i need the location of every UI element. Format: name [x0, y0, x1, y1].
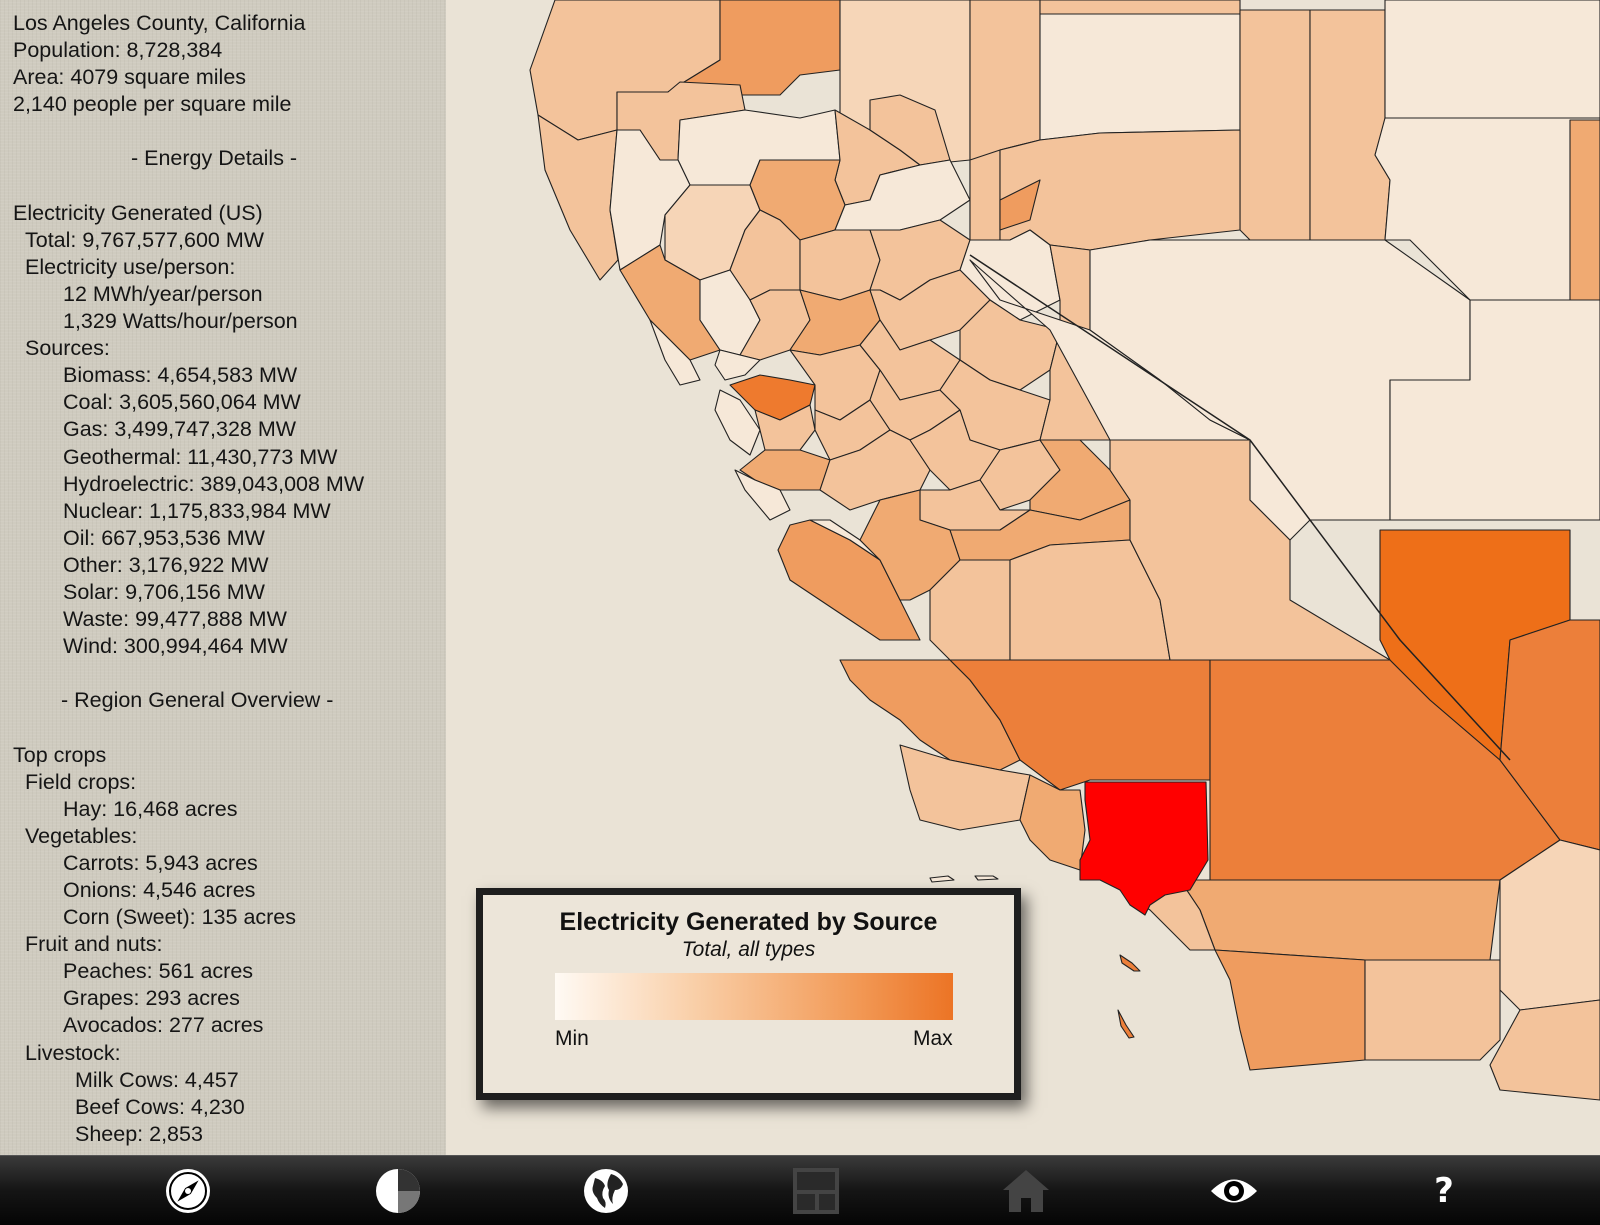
crop-item: Corn (Sweet): 135 acres: [63, 905, 297, 930]
livestock-heading: Livestock:: [25, 1040, 121, 1065]
crop-item: Peaches: 561 acres: [63, 959, 254, 984]
layout-icon[interactable]: [790, 1165, 842, 1217]
help-label: ?: [1434, 1171, 1454, 1211]
legend-title: Electricity Generated by Source: [559, 908, 938, 936]
county-info-text: Los Angeles County, California Populatio…: [0, 0, 446, 1148]
source-item: Coal: 3,605,560,064 MW: [63, 390, 301, 415]
source-item: Wind: 300,994,464 MW: [63, 634, 288, 659]
county-region[interactable]: [1364, 959, 1501, 1061]
crop-item: Grapes: 293 acres: [63, 986, 240, 1011]
energy-details-heading: - Energy Details -: [131, 146, 298, 171]
electricity-use-hour: 1,329 Watts/hour/person: [63, 309, 298, 334]
region-name: Los Angeles County, California: [13, 11, 306, 35]
eye-icon[interactable]: [1208, 1165, 1260, 1217]
top-crops-heading: Top crops: [13, 742, 107, 767]
crop-item: Onions: 4,546 acres: [63, 878, 256, 902]
county-region[interactable]: [1019, 774, 1086, 871]
source-item: Nuclear: 1,175,833,984 MW: [63, 498, 331, 523]
county-region[interactable]: [799, 229, 881, 301]
electricity-use-year: 12 MWh/year/person: [63, 281, 263, 306]
density: 2,140 people per square mile: [13, 92, 292, 117]
livestock-item: Sheep: 2,853: [75, 1121, 203, 1146]
legend-panel: Electricity Generated by Source Total, a…: [476, 888, 1021, 1100]
electricity-generated-heading: Electricity Generated (US): [13, 200, 263, 225]
county-region[interactable]: [1039, 13, 1241, 141]
population: Population: 8,728,384: [13, 38, 223, 63]
county-region[interactable]: [1309, 9, 1391, 241]
channel-island[interactable]: [929, 875, 955, 883]
county-region[interactable]: [1214, 949, 1366, 1071]
channel-island[interactable]: [974, 875, 999, 881]
county-region[interactable]: [537, 114, 619, 281]
legend-min-label: Min: [555, 1027, 589, 1050]
source-item: Biomass: 4,654,583 MW: [63, 363, 298, 388]
county-region[interactable]: [969, 149, 1001, 241]
vegetables-heading: Vegetables:: [25, 823, 138, 848]
source-item: Gas: 3,499,747,328 MW: [63, 417, 297, 442]
crop-item: Carrots: 5,943 acres: [63, 850, 258, 875]
compass-icon[interactable]: [162, 1165, 214, 1217]
electricity-use-heading: Electricity use/person:: [25, 254, 236, 279]
channel-island[interactable]: [1117, 1009, 1135, 1039]
sources-heading: Sources:: [25, 336, 110, 361]
source-item: Oil: 667,953,536 MW: [63, 525, 265, 550]
legend-max-label: Max: [913, 1027, 953, 1050]
home-icon[interactable]: [1000, 1165, 1052, 1217]
crop-item: Hay: 16,468 acres: [63, 796, 238, 821]
source-item: Hydroelectric: 389,043,008 MW: [63, 471, 365, 496]
pie-chart-icon[interactable]: [372, 1165, 424, 1217]
electricity-total: Total: 9,767,577,600 MW: [25, 227, 265, 252]
region-overview-heading: - Region General Overview -: [61, 688, 334, 713]
source-item: Waste: 99,477,888 MW: [63, 607, 287, 632]
channel-island[interactable]: [1119, 954, 1141, 972]
field-crops-heading: Field crops:: [25, 769, 137, 794]
source-item: Solar: 9,706,156 MW: [63, 579, 265, 604]
globe-icon[interactable]: [580, 1165, 632, 1217]
fruit-nuts-heading: Fruit and nuts:: [25, 932, 163, 957]
county-info-panel: Los Angeles County, California Populatio…: [0, 0, 446, 1155]
source-item: Other: 3,176,922 MW: [63, 552, 269, 577]
legend-subtitle: Total, all types: [681, 938, 816, 961]
county-region[interactable]: [1569, 119, 1600, 301]
county-region[interactable]: [1179, 879, 1501, 961]
livestock-item: Beef Cows: 4,230: [75, 1094, 245, 1119]
livestock-item: Milk Cows: 4,457: [75, 1067, 239, 1092]
source-item: Geothermal: 11,430,773 MW: [63, 444, 338, 469]
county-region[interactable]: [1039, 0, 1241, 15]
legend-color-scale: [555, 973, 953, 1020]
county-region[interactable]: [1239, 9, 1311, 241]
help-icon[interactable]: ?: [1418, 1165, 1470, 1217]
county-region[interactable]: [1489, 999, 1600, 1101]
area: Area: 4079 square miles: [13, 65, 247, 90]
crop-item: Avocados: 277 acres: [63, 1013, 264, 1038]
bottom-toolbar: ?: [0, 1155, 1600, 1225]
county-region[interactable]: [1384, 0, 1600, 119]
